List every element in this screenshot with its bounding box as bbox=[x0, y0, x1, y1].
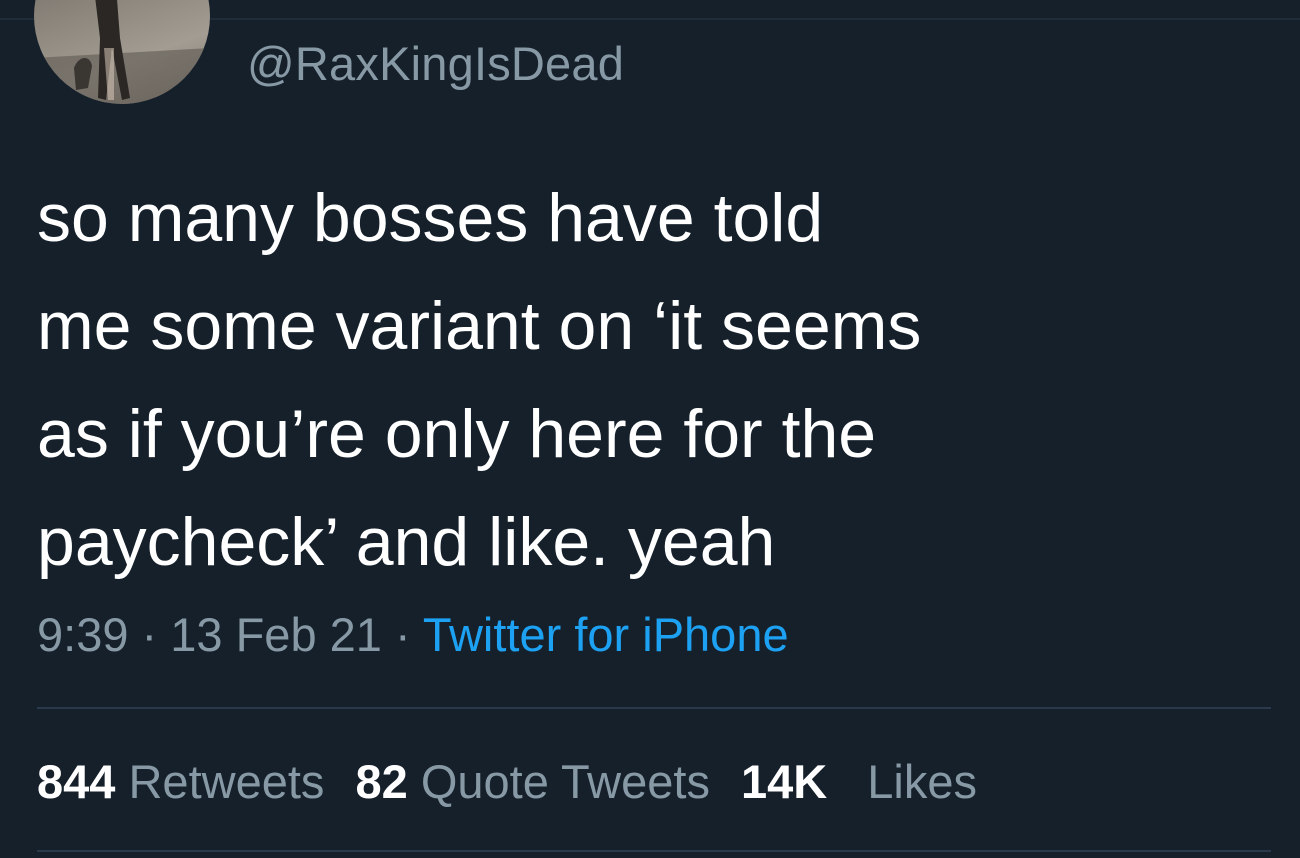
quote-tweets-label: Quote Tweets bbox=[420, 755, 710, 808]
likes-label: Likes bbox=[867, 755, 977, 808]
tweet-source-link[interactable]: Twitter for iPhone bbox=[423, 608, 789, 661]
stats-bottom-divider bbox=[37, 850, 1271, 852]
avatar[interactable] bbox=[34, 0, 210, 104]
retweets-count: 844 bbox=[37, 755, 116, 808]
retweets-stat[interactable]: 844 Retweets bbox=[37, 753, 324, 811]
retweets-label: Retweets bbox=[128, 755, 325, 808]
quote-tweets-stat[interactable]: 82 Quote Tweets bbox=[355, 753, 709, 811]
avatar-photo-icon bbox=[34, 0, 210, 104]
tweet-meta: 9:39 · 13 Feb 21 · Twitter for iPhone bbox=[37, 606, 789, 664]
tweet-date[interactable]: 13 Feb 21 bbox=[170, 608, 382, 661]
quote-tweets-count: 82 bbox=[355, 755, 408, 808]
stats-top-divider bbox=[37, 707, 1271, 709]
meta-separator: · bbox=[141, 608, 158, 661]
likes-count: 14K bbox=[741, 755, 828, 808]
tweet-time[interactable]: 9:39 bbox=[37, 608, 128, 661]
tweet-stats: 844 Retweets 82 Quote Tweets 14K Likes bbox=[37, 753, 995, 811]
tweet-text: so many bosses have told me some variant… bbox=[37, 180, 922, 580]
meta-separator: · bbox=[395, 608, 411, 661]
user-handle[interactable]: @RaxKingIsDead bbox=[247, 36, 624, 92]
likes-stat[interactable]: 14K Likes bbox=[741, 753, 977, 811]
